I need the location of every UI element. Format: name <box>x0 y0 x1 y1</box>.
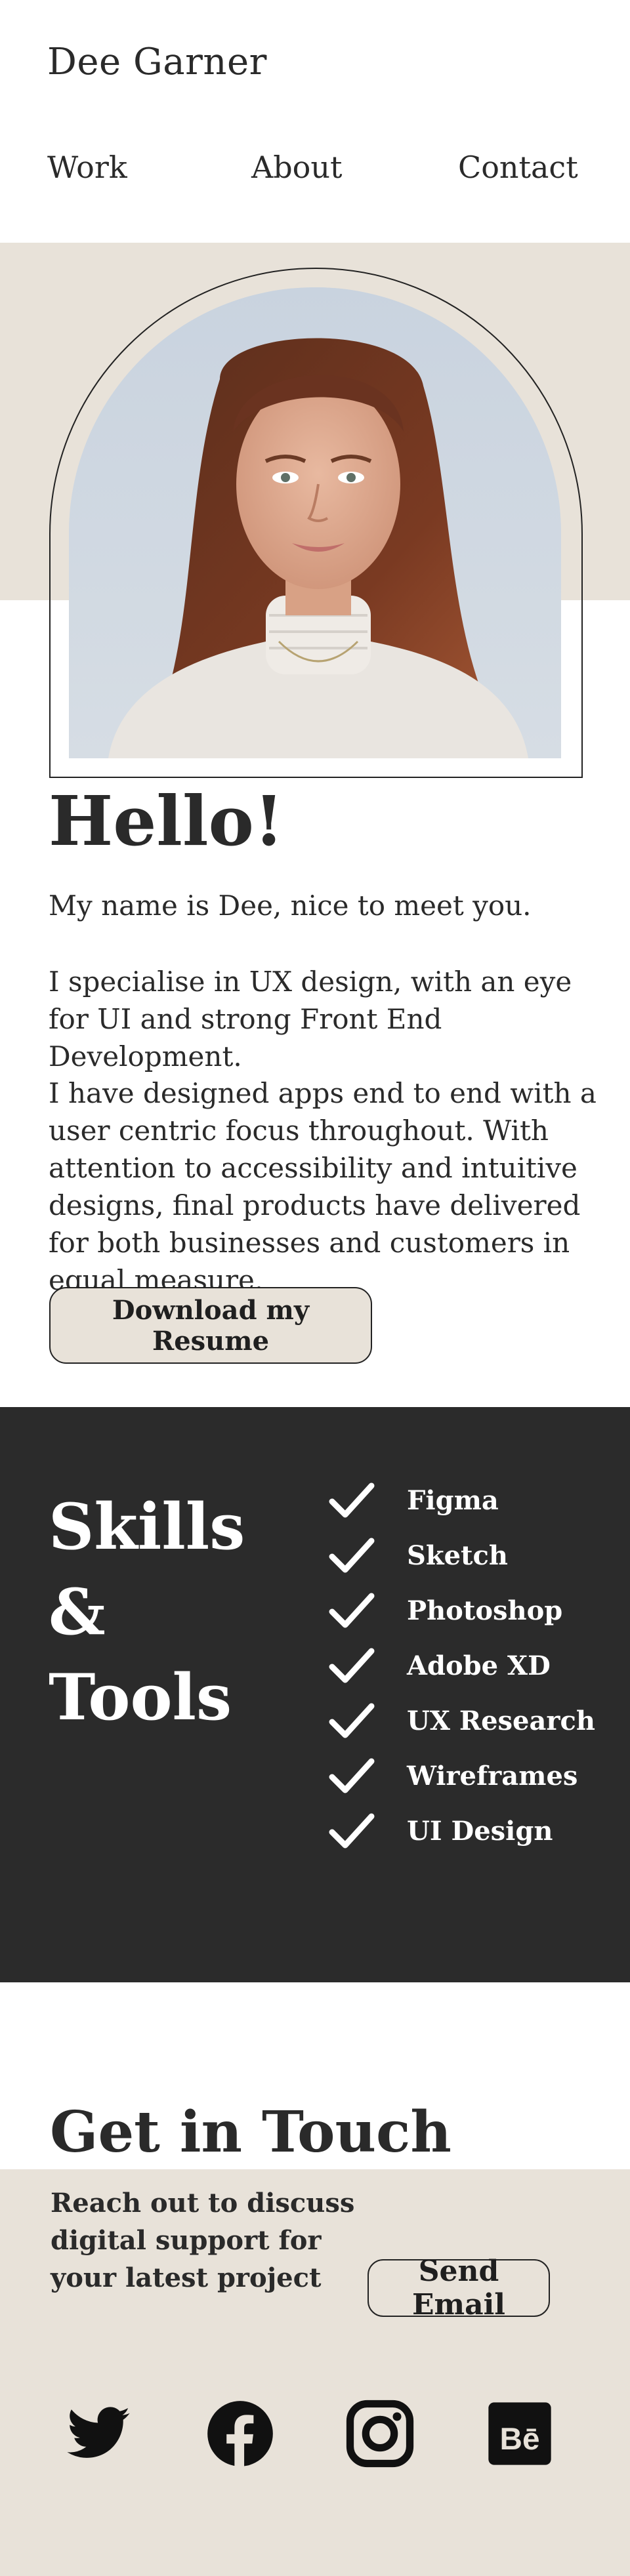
profile-photo <box>69 287 561 758</box>
twitter-icon[interactable] <box>64 2400 133 2468</box>
contact-heading: Get in Touch <box>50 2099 452 2165</box>
skill-item: Adobe XD <box>328 1638 610 1693</box>
skills-heading: Skills & Tools <box>49 1484 245 1740</box>
skills-section: Skills & Tools Figma Sketch Photoshop Ad… <box>0 1407 630 1982</box>
skills-heading-line: Skills <box>49 1490 245 1564</box>
check-icon <box>329 1758 375 1793</box>
facebook-icon[interactable] <box>206 2400 274 2468</box>
site-brand[interactable]: Dee Garner <box>47 41 267 83</box>
check-icon <box>329 1482 375 1518</box>
site-header: Dee Garner Work About Contact <box>0 0 630 243</box>
main-nav: Work About Contact <box>0 150 630 195</box>
skill-item: UI Design <box>328 1803 610 1858</box>
skill-item: Sketch <box>328 1528 610 1583</box>
check-icon <box>329 1703 375 1738</box>
skill-label: Sketch <box>407 1540 508 1571</box>
nav-contact[interactable]: Contact <box>458 150 578 185</box>
skill-item: Figma <box>328 1473 610 1528</box>
contact-text: Reach out to discuss digital support for… <box>51 2188 355 2293</box>
skill-label: Adobe XD <box>407 1650 551 1681</box>
nav-about[interactable]: About <box>251 150 342 185</box>
greeting-heading: Hello! <box>49 781 284 861</box>
download-resume-button[interactable]: Download my Resume <box>49 1287 372 1364</box>
nav-work[interactable]: Work <box>47 150 127 185</box>
bio-paragraph: I specialise in UX design, with an eye f… <box>49 966 572 1073</box>
bio-paragraph: I have designed apps end to end with a u… <box>49 1077 597 1296</box>
send-email-button[interactable]: Send Email <box>368 2255 550 2321</box>
check-icon <box>329 1648 375 1683</box>
instagram-icon[interactable] <box>346 2400 414 2468</box>
bio-paragraph: My name is Dee, nice to meet you. <box>49 889 532 922</box>
skills-heading-line: Tools <box>49 1660 232 1734</box>
skill-label: Figma <box>407 1484 499 1516</box>
skill-list: Figma Sketch Photoshop Adobe XD UX Resea… <box>328 1473 610 1858</box>
check-icon <box>329 1593 375 1628</box>
skills-heading-line: & <box>49 1575 106 1649</box>
behance-icon[interactable]: Bē <box>486 2400 554 2468</box>
skill-item: Wireframes <box>328 1748 610 1803</box>
check-icon <box>329 1538 375 1573</box>
skill-label: Photoshop <box>407 1595 563 1626</box>
skill-label: UX Research <box>407 1705 595 1736</box>
skill-label: UI Design <box>407 1815 553 1847</box>
skill-item: UX Research <box>328 1693 610 1748</box>
skill-label: Wireframes <box>407 1760 578 1791</box>
skill-item: Photoshop <box>328 1583 610 1638</box>
check-icon <box>329 1813 375 1849</box>
svg-text:Bē: Bē <box>500 2422 540 2457</box>
